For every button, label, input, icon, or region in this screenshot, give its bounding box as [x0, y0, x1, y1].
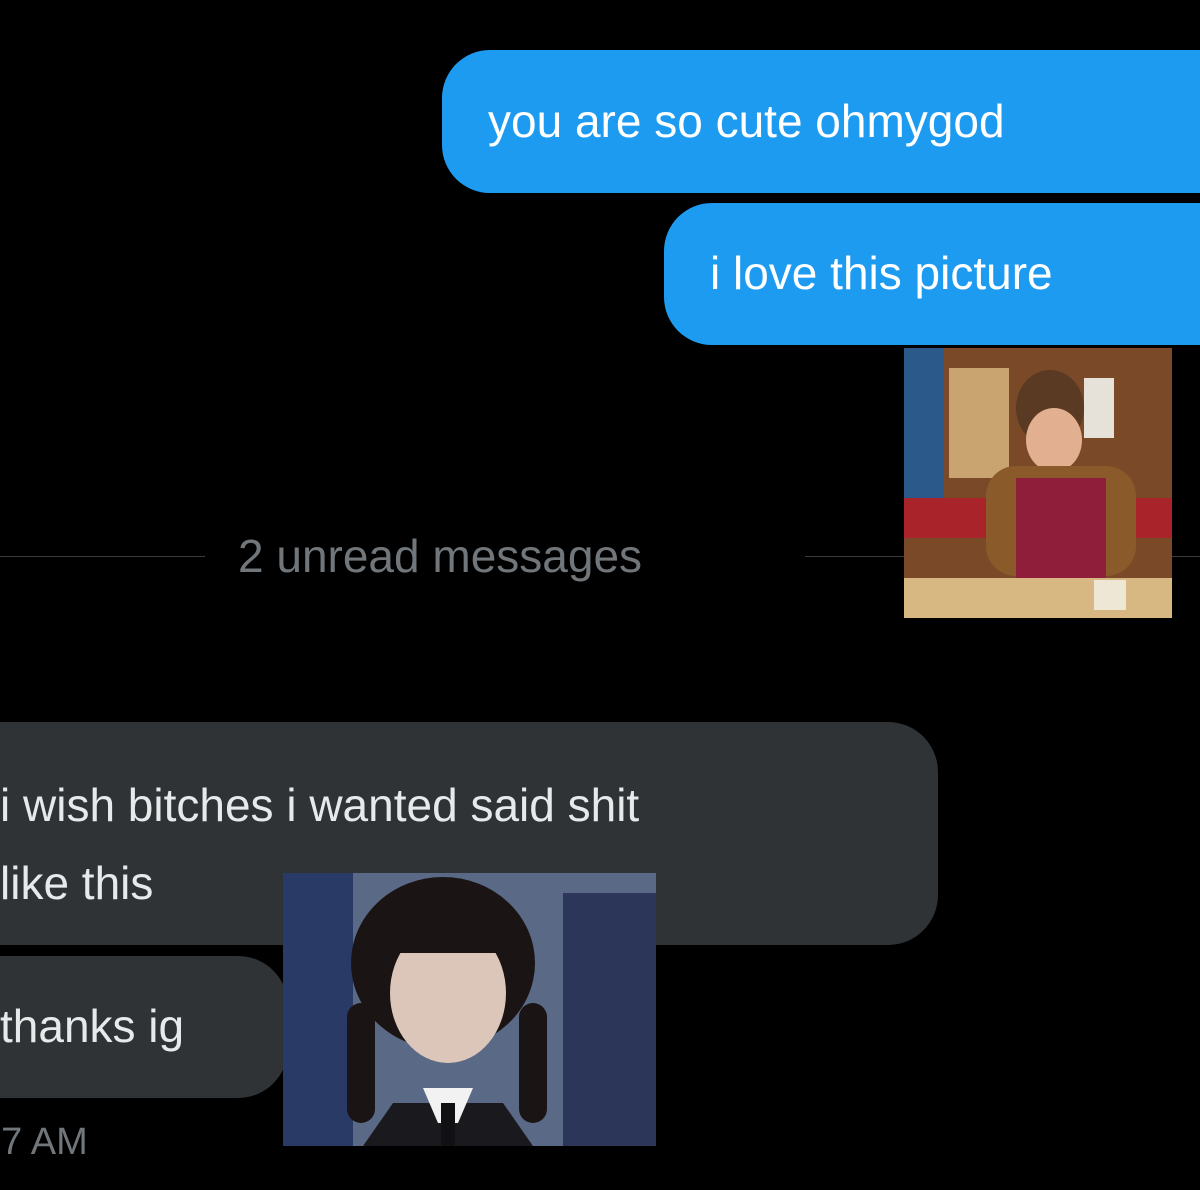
message-text: i wish bitches i wanted said shit	[0, 779, 640, 831]
overlay-photo	[904, 348, 1172, 618]
received-message-bubble[interactable]: thanks ig	[0, 956, 288, 1098]
message-text: thanks ig	[0, 1000, 185, 1053]
message-text: i love this picture	[710, 247, 1053, 300]
sent-message-bubble[interactable]: you are so cute ohmygod	[442, 50, 1200, 193]
divider-line	[0, 556, 205, 557]
unread-count-label: 2 unread messages	[238, 530, 643, 582]
sent-message-bubble[interactable]: i love this picture	[664, 203, 1200, 345]
message-timestamp: 27 AM	[0, 1121, 88, 1163]
photo-illustration	[283, 873, 656, 1146]
photo-illustration	[904, 348, 1172, 618]
message-text: you are so cute ohmygod	[488, 94, 1005, 147]
overlay-photo	[283, 873, 656, 1146]
